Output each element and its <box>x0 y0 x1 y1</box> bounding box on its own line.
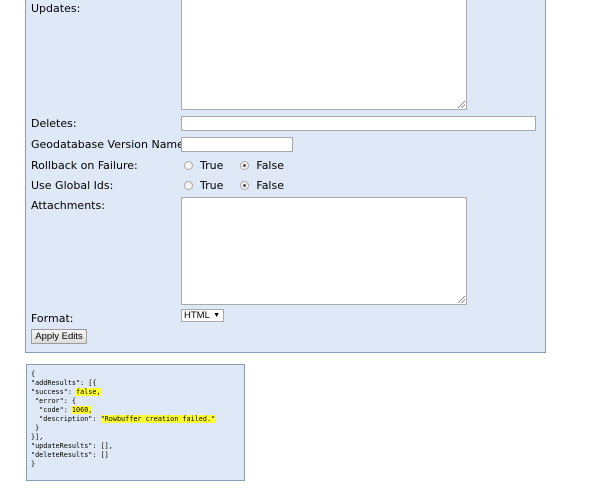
json-line: { <box>31 370 36 378</box>
rollback-radio-group: True False <box>184 159 301 172</box>
json-line-description: "description": "Rowbuffer creation faile… <box>31 415 216 423</box>
deletes-input[interactable] <box>181 116 536 131</box>
global-ids-true-label: True <box>200 179 224 192</box>
json-line: "deleteResults": [] <box>31 451 109 459</box>
json-line: } <box>31 424 40 432</box>
gdb-version-input[interactable] <box>181 137 293 152</box>
json-line: } <box>31 460 36 468</box>
json-result-panel: { "addResults": [{ "success": false, "er… <box>26 364 245 481</box>
rollback-false-radio[interactable] <box>240 161 250 170</box>
global-ids-false-label: False <box>256 179 284 192</box>
global-ids-label: Use Global Ids: <box>31 179 114 192</box>
rollback-true-label: True <box>200 159 224 172</box>
json-line-code: "code": 1060, <box>31 406 93 414</box>
rollback-label: Rollback on Failure: <box>31 159 138 172</box>
json-line: }], <box>31 433 44 441</box>
deletes-label: Deletes: <box>31 117 77 130</box>
resize-grip-icon[interactable] <box>458 101 465 108</box>
json-line: "error": { <box>31 397 77 405</box>
global-ids-false-radio[interactable] <box>240 181 250 190</box>
updates-label: Updates: <box>31 2 81 15</box>
rollback-true-radio[interactable] <box>184 161 193 170</box>
rollback-false-label: False <box>256 159 284 172</box>
global-ids-radio-group: True False <box>184 179 301 192</box>
apply-edits-button[interactable]: Apply Edits <box>31 329 87 344</box>
resize-grip-icon[interactable] <box>458 296 465 303</box>
attachments-textarea[interactable] <box>181 197 467 305</box>
apply-edits-form: Updates: Deletes: Geodatabase Version Na… <box>25 0 546 353</box>
json-line: "updateResults": [], <box>31 442 113 450</box>
format-label: Format: <box>31 312 74 325</box>
gdb-version-label: Geodatabase Version Name: <box>31 138 188 151</box>
format-selected-value: HTML <box>184 310 210 321</box>
attachments-label: Attachments: <box>31 199 105 212</box>
updates-textarea[interactable] <box>181 0 467 110</box>
json-line-success: "success": false, <box>31 388 101 396</box>
dropdown-arrow-icon: ▼ <box>213 312 220 319</box>
global-ids-true-radio[interactable] <box>184 181 193 190</box>
format-select[interactable]: HTML ▼ <box>181 309 224 322</box>
json-line: "addResults": [{ <box>31 379 97 387</box>
